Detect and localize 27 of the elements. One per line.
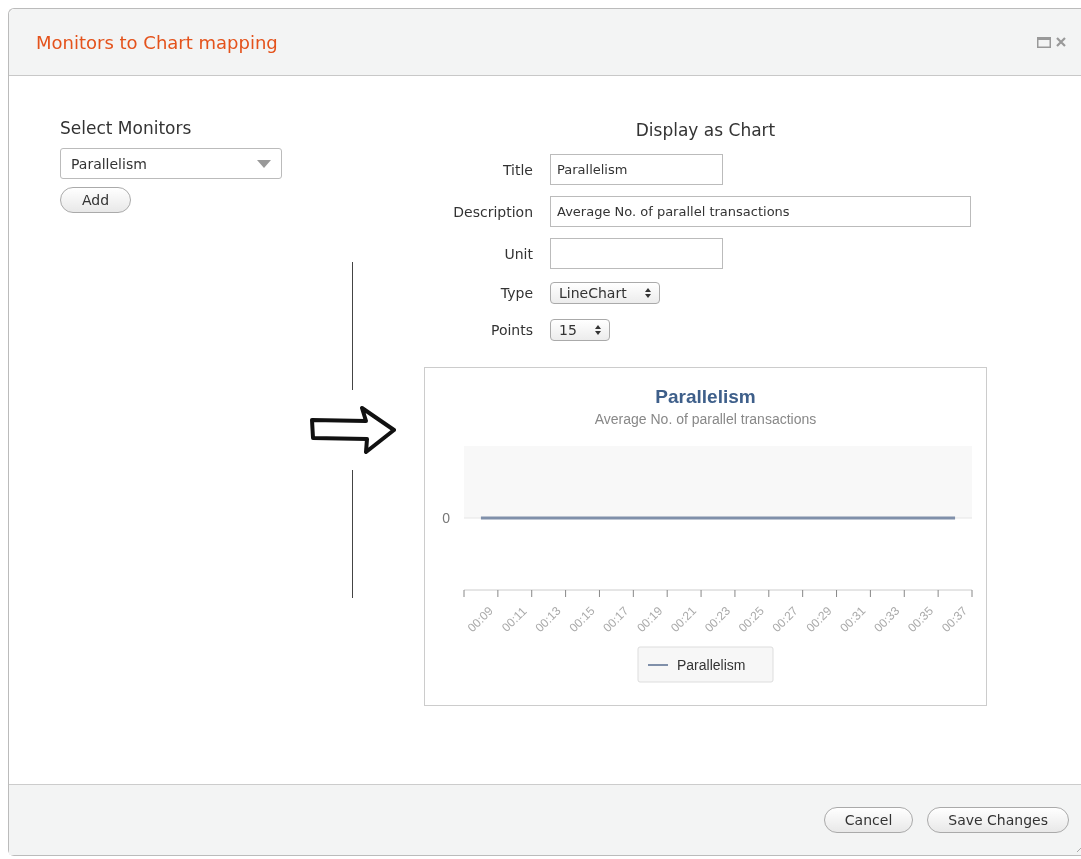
text-field[interactable]: Average No. of parallel transactions: [550, 196, 971, 227]
text-field[interactable]: [550, 238, 723, 269]
chart-title: Parallelism: [655, 386, 756, 407]
arrow-icon: [308, 404, 396, 456]
legend-box[interactable]: Parallelism: [637, 646, 774, 683]
add-button[interactable]: Add: [60, 187, 132, 213]
updown-icon: [644, 288, 651, 298]
axis-label: 0: [442, 510, 450, 526]
close-icon[interactable]: [1056, 37, 1066, 47]
select-field[interactable]: LineChart: [550, 282, 660, 304]
maximize-icon[interactable]: [1037, 36, 1051, 48]
field-label: Description: [452, 203, 533, 220]
text-field[interactable]: Parallelism: [550, 154, 723, 185]
section-heading: Select Monitors: [60, 118, 193, 138]
select-field[interactable]: 15: [550, 319, 610, 341]
updown-icon: [594, 325, 601, 335]
field-label: Unit: [503, 245, 533, 262]
field-label: Type: [499, 285, 533, 301]
section-heading: Display as Chart: [634, 120, 777, 140]
caret-icon: [257, 159, 271, 168]
cancel-button[interactable]: Cancel: [823, 807, 914, 833]
chart-subtitle: Average No. of parallel transactions: [594, 411, 817, 427]
save-button[interactable]: Save Changes: [927, 807, 1069, 833]
monitor-dropdown[interactable]: Parallelism: [60, 148, 282, 179]
field-label: Points: [489, 322, 533, 338]
dialog-title: Monitors to Chart mapping: [36, 31, 279, 53]
field-label: Title: [502, 161, 533, 178]
